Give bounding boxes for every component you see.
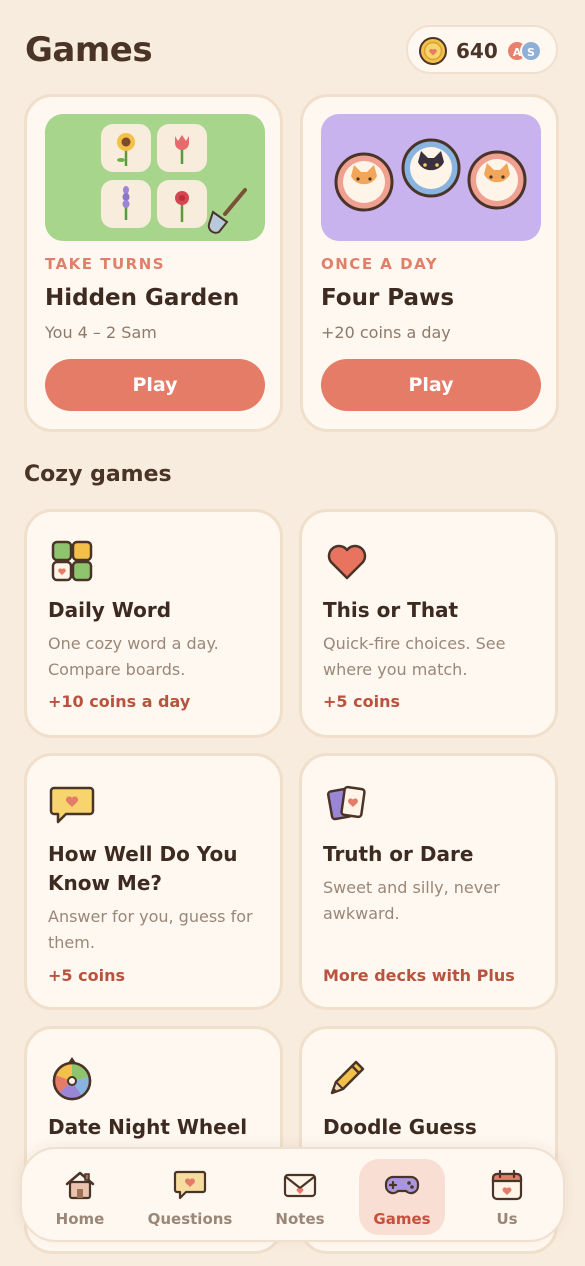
game-description: Answer for you, guess for them.	[48, 907, 253, 952]
game-title: Truth or Dare	[323, 842, 474, 866]
gamepad-icon	[384, 1167, 420, 1203]
featured-tag: TAKE TURNS	[45, 255, 166, 273]
tab-questions[interactable]: Questions	[147, 1159, 233, 1235]
game-title: Doodle Guess	[323, 1115, 477, 1139]
tab-label: Games	[373, 1210, 431, 1228]
game-description: Quick-fire choices. See where you match.	[323, 634, 506, 679]
heart-icon	[324, 538, 370, 584]
tab-games[interactable]: Games	[359, 1159, 445, 1235]
house-icon	[62, 1167, 98, 1203]
game-card-daily-word[interactable]: Daily Word One cozy word a day. Compare …	[24, 509, 283, 738]
featured-card-hidden-garden[interactable]: TAKE TURNS Hidden Garden You 4 – 2 Sam P…	[24, 94, 283, 432]
calendar-heart-icon	[489, 1167, 525, 1203]
game-reward: +5 coins	[323, 692, 400, 711]
featured-reward: +20 coins a day	[321, 323, 451, 342]
game-description: One cozy word a day. Compare boards.	[48, 634, 219, 679]
page-title: Games	[25, 30, 153, 70]
tab-us[interactable]: Us	[464, 1159, 550, 1235]
coin-icon	[419, 37, 447, 65]
bottom-tab-bar: Home Questions Notes Games Us	[20, 1147, 565, 1242]
featured-title: Hidden Garden	[45, 285, 240, 311]
game-card-how-well-do-you-know-me[interactable]: How Well Do You Know Me? Answer for you,…	[24, 753, 283, 1010]
tab-label: Home	[55, 1210, 105, 1228]
game-title: How Well Do You Know Me?	[48, 842, 238, 895]
envelope-icon	[282, 1167, 318, 1203]
tab-label: Notes	[275, 1210, 325, 1228]
header: Games 640 A S	[0, 0, 585, 92]
game-card-truth-or-dare[interactable]: Truth or Dare Sweet and silly, never awk…	[299, 753, 558, 1010]
featured-title: Four Paws	[321, 285, 455, 311]
play-button[interactable]: Play	[321, 359, 541, 411]
section-title: Cozy games	[24, 462, 172, 487]
cards-icon	[324, 782, 370, 828]
game-title: This or That	[323, 598, 459, 622]
speech-bubble-icon	[172, 1167, 208, 1203]
tab-label: Questions	[147, 1210, 233, 1228]
tile-grid-icon	[49, 538, 95, 584]
coin-balance-pill[interactable]: 640 A S	[406, 25, 558, 74]
pencil-icon	[324, 1055, 370, 1101]
speech-heart-icon	[49, 782, 95, 828]
play-button[interactable]: Play	[45, 359, 265, 411]
game-title: Date Night Wheel	[48, 1115, 248, 1139]
game-title: Daily Word	[48, 598, 172, 622]
tab-notes[interactable]: Notes	[257, 1159, 343, 1235]
game-card-this-or-that[interactable]: This or That Quick-fire choices. See whe…	[299, 509, 558, 738]
game-reward: +10 coins a day	[48, 692, 191, 711]
coin-count: 640	[456, 39, 498, 63]
color-wheel-icon	[49, 1055, 95, 1101]
featured-score: You 4 – 2 Sam	[45, 323, 157, 342]
game-reward: More decks with Plus	[323, 966, 515, 985]
featured-tag: ONCE A DAY	[321, 255, 439, 273]
game-description: Sweet and silly, never awkward.	[323, 878, 500, 923]
avatar: S	[520, 40, 542, 62]
tab-label: Us	[496, 1210, 518, 1228]
featured-card-four-paws[interactable]: ONCE A DAY Four Paws +20 coins a day Pla…	[300, 94, 559, 432]
game-reward: +5 coins	[48, 966, 125, 985]
tab-home[interactable]: Home	[37, 1159, 123, 1235]
cats-illustration	[321, 114, 541, 241]
garden-illustration	[45, 114, 265, 241]
